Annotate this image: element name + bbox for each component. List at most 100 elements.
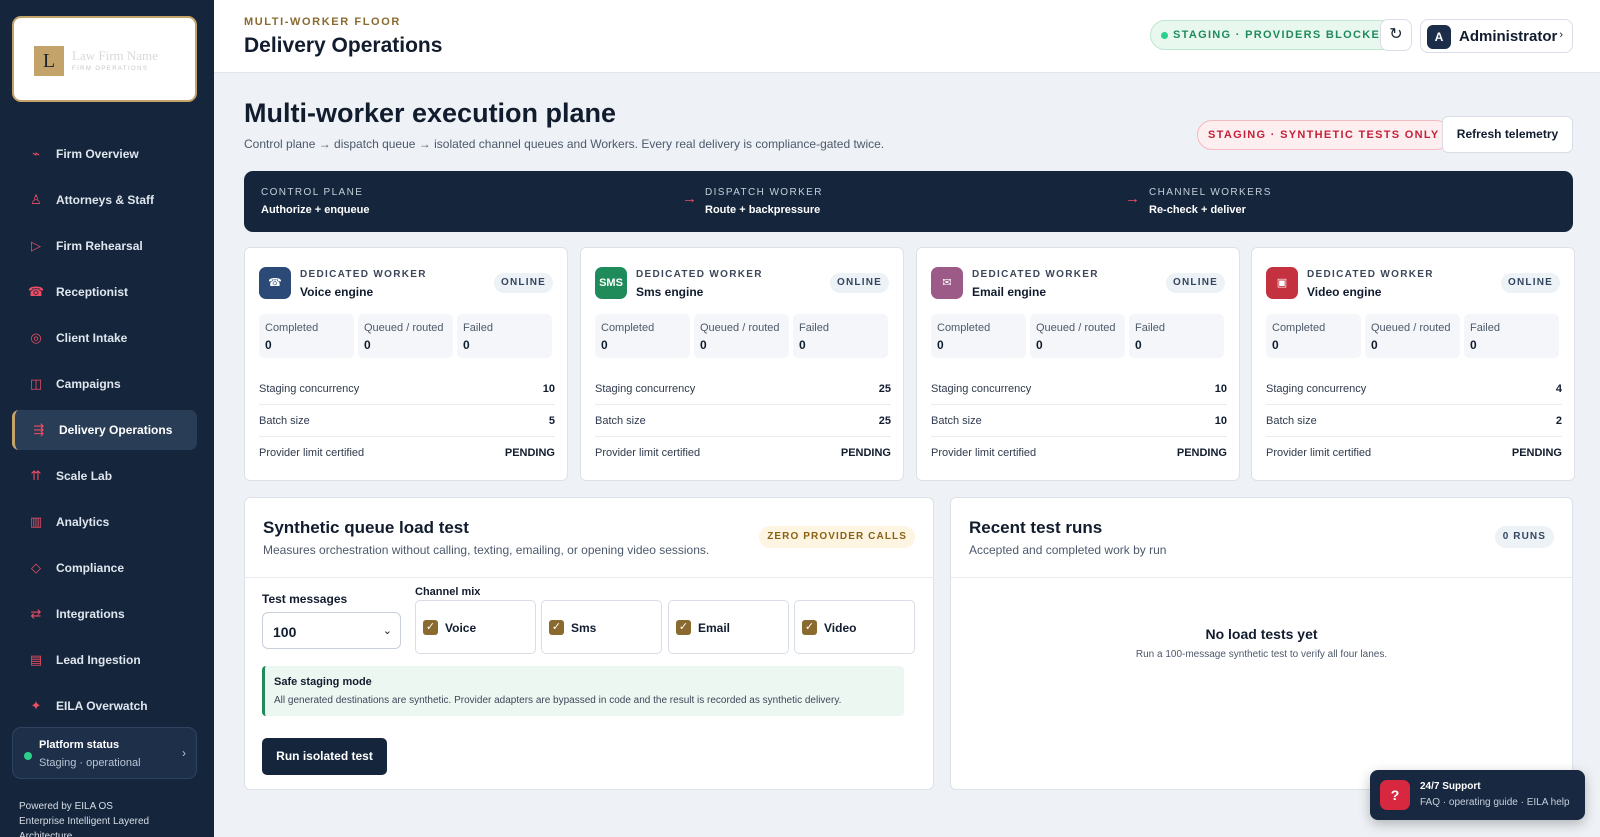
worker-stat-value: 0 (265, 338, 272, 352)
worker-stat-label: Queued / routed (1036, 322, 1116, 334)
worker-row-label: Batch size (1266, 415, 1317, 427)
sidebar-item-receptionist[interactable]: ☎ Receptionist (12, 272, 197, 312)
worker-card-video-engine: ▣ DEDICATED WORKER Video engine ONLINE Compl… (1251, 247, 1575, 481)
safe-staging-text: All generated destinations are synthetic… (274, 695, 842, 706)
worker-kicker: DEDICATED WORKER (636, 269, 763, 280)
section-subtitle: Control plane → dispatch queue → isolate… (244, 137, 885, 151)
user-menu-button[interactable]: A Administrator › (1420, 19, 1573, 53)
worker-row-value: 2 (1555, 415, 1562, 427)
play-icon: ▷ (31, 238, 41, 253)
sidebar-item-firm-rehearsal[interactable]: ▷ Firm Rehearsal (12, 226, 197, 266)
worker-row-label: Staging concurrency (931, 383, 1032, 395)
phone-icon: ☎ (27, 284, 45, 299)
mail-icon: ✉ (931, 267, 963, 299)
test-messages-label: Test messages (262, 592, 348, 606)
refresh-telemetry-button[interactable]: Refresh telemetry (1442, 116, 1573, 153)
divider (245, 577, 933, 578)
pipeline-step-label: CHANNEL WORKERS (1149, 187, 1272, 198)
safe-staging-notice: Safe staging mode All generated destinat… (262, 666, 904, 716)
load-test-subtitle: Measures orchestration without calling, … (263, 543, 710, 557)
trend-icon: ⌁ (32, 146, 40, 161)
sidebar-item-label: Delivery Operations (59, 423, 173, 437)
worker-card-voice-engine: ☎ DEDICATED WORKER Voice engine ONLINE Compl… (244, 247, 568, 481)
pipeline-step-control-plane: CONTROL PLANE Authorize + enqueue (261, 187, 370, 216)
worker-row-value: 10 (542, 383, 555, 395)
run-isolated-test-button[interactable]: Run isolated test (262, 738, 387, 775)
sidebar-item-lead-ingestion[interactable]: ▤ Lead Ingestion (12, 640, 197, 680)
worker-stat-value: 0 (1272, 338, 1279, 352)
worker-row-certified: Provider limit certified PENDING (931, 437, 1227, 469)
worker-stat-completed: Completed 0 (259, 314, 354, 358)
worker-row-label: Batch size (931, 415, 982, 427)
worker-row-value: 25 (878, 383, 891, 395)
worker-row-certified: Provider limit certified PENDING (595, 437, 891, 469)
worker-card-email-engine: ✉ DEDICATED WORKER Email engine ONLINE Compl… (916, 247, 1240, 481)
chevron-right-icon: › (1559, 29, 1563, 41)
sidebar-item-label: Firm Overview (56, 147, 139, 161)
worker-stat-label: Completed (601, 322, 655, 334)
worker-row-concurrency: Staging concurrency 10 (259, 373, 555, 405)
sidebar-item-client-intake[interactable]: ◎ Client Intake (12, 318, 197, 358)
channel-checkbox-voice[interactable]: ✓ Voice (415, 600, 536, 654)
safe-staging-title: Safe staging mode (274, 676, 372, 688)
recent-runs-subtitle: Accepted and completed work by run (969, 543, 1167, 557)
worker-name: Video engine (1307, 285, 1382, 299)
worker-name: Sms engine (636, 285, 704, 299)
worker-stat-queued: Queued / routed 0 (358, 314, 453, 358)
firm-logo[interactable]: L Law Firm Name FIRM OPERATIONS (12, 16, 197, 102)
test-messages-select[interactable]: 100 ⌄ (262, 612, 401, 649)
status-dot-icon (1161, 32, 1168, 39)
worker-stat-label: Queued / routed (364, 322, 444, 334)
sidebar-item-compliance[interactable]: ◇ Compliance (12, 548, 197, 588)
worker-stat-value: 0 (700, 338, 707, 352)
worker-stat-completed: Completed 0 (931, 314, 1026, 358)
channel-checkbox-video[interactable]: ✓ Video (794, 600, 915, 654)
channel-label: Sms (571, 621, 597, 635)
sidebar-item-label: Compliance (56, 561, 125, 575)
sms-icon: SMS (595, 267, 627, 299)
platform-status-card[interactable]: Platform status Staging · operational › (12, 727, 197, 779)
worker-stat-queued: Queued / routed 0 (694, 314, 789, 358)
support-widget[interactable]: ? 24/7 Support FAQ · operating guide · E… (1370, 770, 1585, 820)
worker-stat-value: 0 (1371, 338, 1378, 352)
platform-status-title: Platform status (39, 739, 120, 751)
powered-by: Powered by EILA OS Enterprise Intelligen… (19, 799, 149, 837)
scale-icon: ⇈ (30, 468, 42, 483)
sidebar-item-scale-lab[interactable]: ⇈ Scale Lab (12, 456, 197, 496)
channel-checkbox-email[interactable]: ✓ Email (668, 600, 789, 654)
mode-badge: STAGING · SYNTHETIC TESTS ONLY (1197, 120, 1451, 150)
pipeline-step-value: Authorize + enqueue (261, 204, 370, 216)
sidebar-item-campaigns[interactable]: ◫ Campaigns (12, 364, 197, 404)
sidebar-item-integrations[interactable]: ⇄ Integrations (12, 594, 197, 634)
user-name: Administrator (1459, 28, 1558, 45)
diamond-icon: ◇ (31, 560, 41, 575)
sidebar-item-analytics[interactable]: ▥ Analytics (12, 502, 197, 542)
worker-row-value: PENDING (840, 447, 891, 459)
sidebar-item-delivery-operations[interactable]: ⇶ Delivery Operations (12, 410, 197, 450)
sidebar-item-firm-overview[interactable]: ⌁ Firm Overview (12, 134, 197, 174)
channel-checkbox-sms[interactable]: ✓ Sms (541, 600, 662, 654)
refresh-button[interactable]: ↻ (1380, 19, 1412, 51)
channel-label: Email (698, 621, 731, 635)
worker-stat-label: Completed (1272, 322, 1326, 334)
checkbox-checked-icon: ✓ (802, 620, 817, 635)
arrow-right-icon: → (1125, 190, 1140, 207)
video-icon: ▣ (1266, 267, 1298, 299)
spark-icon: ✦ (30, 698, 42, 713)
sidebar-item-eila-overwatch[interactable]: ✦ EILA Overwatch (12, 686, 197, 726)
channel-label: Voice (445, 621, 477, 635)
worker-row-value: 4 (1555, 383, 1562, 395)
worker-row-batch: Batch size 2 (1266, 405, 1562, 437)
worker-row-label: Provider limit certified (931, 447, 1037, 459)
refresh-icon: ↻ (1389, 26, 1403, 43)
load-test-title: Synthetic queue load test (263, 518, 469, 537)
logo-mark: L (34, 46, 64, 76)
worker-row-value: 10 (1214, 383, 1227, 395)
phone-icon: ☎ (259, 267, 291, 299)
worker-row-label: Provider limit certified (1266, 447, 1372, 459)
divider (951, 577, 1572, 578)
pipeline-step-value: Route + backpressure (705, 204, 821, 216)
sidebar-item-attorneys-and-staff[interactable]: ♙ Attorneys & Staff (12, 180, 197, 220)
sidebar-item-label: Lead Ingestion (56, 653, 141, 667)
worker-row-concurrency: Staging concurrency 4 (1266, 373, 1562, 405)
